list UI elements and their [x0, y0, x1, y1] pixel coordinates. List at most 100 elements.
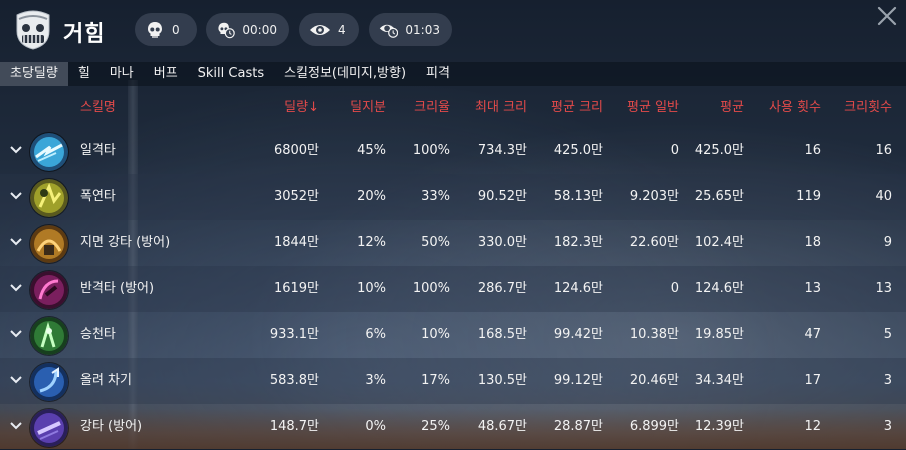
skill-name: 반격타 (방어) — [80, 281, 155, 296]
col-skill-name[interactable]: 스킬명 — [80, 90, 116, 126]
table-row[interactable]: 일격타 6800만 45% 100% 734.3만 425.0만 0 425.0… — [0, 128, 906, 174]
damage-cell: 148.7만 — [269, 419, 319, 434]
deaths-count: 0 — [172, 22, 180, 37]
avg-crit-cell: 124.6만 — [553, 281, 603, 296]
damage-cell: 1619만 — [273, 281, 319, 296]
max-crit-cell: 734.3만 — [477, 143, 527, 158]
avg-cell: 25.65만 — [694, 189, 744, 204]
crits-cell: 3 — [883, 419, 892, 434]
avg-cell: 124.6만 — [694, 281, 744, 296]
avg-crit-cell: 182.3만 — [553, 235, 603, 250]
share-cell: 45% — [357, 143, 386, 158]
chevron-down-icon[interactable] — [9, 280, 23, 294]
table-row[interactable]: 올려 차기 583.8만 3% 17% 130.5만 99.12만 20.46만… — [0, 358, 906, 404]
tab-skill-casts[interactable]: Skill Casts — [188, 62, 274, 86]
tab-bar: 초당딜량 힐 마나 버프 Skill Casts 스킬정보(데미지,방향) 피격 — [0, 62, 460, 86]
avg-normal-cell: 0 — [670, 143, 679, 158]
col-max-crit[interactable]: 최대 크리 — [475, 90, 527, 126]
share-cell: 0% — [365, 419, 386, 434]
views-pill[interactable]: 4 — [299, 13, 359, 46]
max-crit-cell: 330.0만 — [477, 235, 527, 250]
crit-rate-cell: 100% — [412, 281, 450, 296]
table-row[interactable]: 반격타 (방어) 1619만 10% 100% 286.7만 124.6만 0 … — [0, 266, 906, 312]
elapsed-time-value: 01:03 — [405, 22, 440, 37]
skill-icon-heavy-strike — [30, 409, 68, 447]
share-cell: 12% — [357, 235, 386, 250]
col-crit-rate[interactable]: 크리율 — [414, 90, 450, 126]
tab-heal[interactable]: 힐 — [68, 62, 100, 86]
crits-cell: 40 — [875, 189, 892, 204]
death-time-pill[interactable]: 00:00 — [206, 13, 289, 46]
chevron-down-icon[interactable] — [9, 326, 23, 340]
col-crits[interactable]: 크리횟수 — [844, 90, 892, 126]
table-row[interactable]: 폭연타 3052만 20% 33% 90.52만 58.13만 9.203만 2… — [0, 174, 906, 220]
share-cell: 3% — [365, 373, 386, 388]
skill-icon-lightning — [30, 133, 68, 171]
table-row[interactable]: 승천타 933.1만 6% 10% 168.5만 99.42만 10.38만 1… — [0, 312, 906, 358]
avg-normal-cell: 20.46만 — [629, 373, 679, 388]
max-crit-cell: 286.7만 — [477, 281, 527, 296]
tab-buff[interactable]: 버프 — [144, 62, 188, 86]
col-avg-normal[interactable]: 평균 일반 — [627, 90, 679, 126]
casts-cell: 17 — [804, 373, 821, 388]
tab-mana[interactable]: 마나 — [100, 62, 144, 86]
casts-cell: 16 — [804, 143, 821, 158]
crit-rate-cell: 100% — [412, 143, 450, 158]
avg-crit-cell: 58.13만 — [553, 189, 603, 204]
skill-name: 폭연타 — [80, 189, 116, 204]
share-cell: 20% — [357, 189, 386, 204]
col-damage[interactable]: 딜량↓ — [284, 90, 319, 126]
table-header: 스킬명 딜량↓ 딜지분 크리율 최대 크리 평균 크리 평균 일반 평균 사용 … — [0, 90, 906, 126]
crit-rate-cell: 50% — [421, 235, 450, 250]
col-avg-crit[interactable]: 평균 크리 — [551, 90, 603, 126]
chevron-down-icon[interactable] — [9, 188, 23, 202]
close-icon — [877, 6, 897, 26]
crit-rate-cell: 10% — [421, 327, 450, 342]
avg-crit-cell: 99.42만 — [553, 327, 603, 342]
col-casts[interactable]: 사용 횟수 — [769, 90, 821, 126]
table-row[interactable]: 강타 (방어) 148.7만 0% 25% 48.67만 28.87만 6.89… — [0, 404, 906, 450]
col-share[interactable]: 딜지분 — [350, 90, 386, 126]
avg-normal-cell: 10.38만 — [629, 327, 679, 342]
damage-cell: 1844만 — [273, 235, 319, 250]
window-header: 거힘 0 00:00 4 01:03 — [0, 0, 906, 62]
damage-cell: 583.8만 — [269, 373, 319, 388]
crits-cell: 13 — [875, 281, 892, 296]
skill-icon-rising — [30, 317, 68, 355]
eye-icon — [310, 24, 330, 35]
max-crit-cell: 90.52만 — [477, 189, 527, 204]
close-button[interactable] — [876, 5, 898, 27]
window-title: 거힘 — [63, 22, 106, 47]
max-crit-cell: 130.5만 — [477, 373, 527, 388]
tab-damage-taken[interactable]: 피격 — [416, 62, 460, 86]
skill-name: 지면 강타 (방어) — [80, 235, 171, 250]
crits-cell: 3 — [883, 373, 892, 388]
max-crit-cell: 48.67만 — [477, 419, 527, 434]
crit-rate-cell: 17% — [421, 373, 450, 388]
avg-normal-cell: 22.60만 — [629, 235, 679, 250]
skull-clock-icon — [218, 22, 235, 38]
avg-crit-cell: 425.0만 — [553, 143, 603, 158]
views-count: 4 — [338, 22, 346, 37]
col-avg[interactable]: 평균 — [720, 90, 744, 126]
chevron-down-icon[interactable] — [9, 234, 23, 248]
damage-cell: 3052만 — [273, 189, 319, 204]
deaths-pill[interactable]: 0 — [135, 13, 197, 46]
crit-rate-cell: 25% — [421, 419, 450, 434]
elapsed-time-pill[interactable]: 01:03 — [369, 13, 452, 46]
tab-skill-info[interactable]: 스킬정보(데미지,방향) — [274, 62, 416, 86]
chevron-down-icon[interactable] — [9, 142, 23, 156]
avg-normal-cell: 0 — [670, 281, 679, 296]
avg-cell: 12.39만 — [694, 419, 744, 434]
chevron-down-icon[interactable] — [9, 418, 23, 432]
casts-cell: 119 — [796, 189, 821, 204]
skill-name: 일격타 — [80, 143, 116, 158]
casts-cell: 18 — [804, 235, 821, 250]
avg-cell: 425.0만 — [694, 143, 744, 158]
skull-icon — [148, 21, 162, 38]
tab-dps[interactable]: 초당딜량 — [0, 62, 68, 86]
chevron-down-icon[interactable] — [9, 372, 23, 386]
avg-cell: 19.85만 — [694, 327, 744, 342]
table-row[interactable]: 지면 강타 (방어) 1844만 12% 50% 330.0만 182.3만 2… — [0, 220, 906, 266]
avg-normal-cell: 9.203만 — [629, 189, 679, 204]
